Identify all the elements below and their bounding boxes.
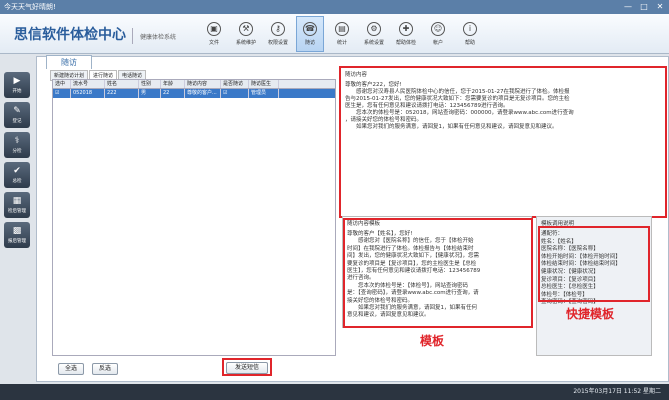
sidebar-item-label: 分检: [12, 149, 22, 154]
row-followed-checkbox[interactable]: ☑: [221, 89, 249, 98]
permission-icon: ⚷: [271, 22, 285, 36]
sidebar-item-subcheck[interactable]: ⚕ 分检: [4, 132, 30, 158]
shortcut-annotation: 快捷模板: [566, 307, 615, 321]
app-logo: 思信软件体检中心: [14, 27, 126, 43]
template-highlight-box: [343, 218, 533, 328]
maintenance-icon: ⚒: [239, 22, 253, 36]
file-icon: ▣: [207, 22, 221, 36]
toolbar-label: 权限设置: [267, 40, 288, 46]
invert-selection-button[interactable]: 反选: [92, 363, 118, 375]
status-datetime: 2015年03月17日 11:52 星期二: [573, 388, 661, 395]
toolbar-label: 系统维护: [235, 40, 256, 46]
table-cell: 男: [139, 89, 161, 98]
start-icon: ▶: [13, 76, 21, 86]
checkup-icon: ✚: [399, 22, 413, 36]
template-annotation: 模板: [420, 334, 445, 348]
toolbar-followup-button[interactable]: ☎ 随访: [296, 16, 324, 52]
select-all-button[interactable]: 全选: [58, 363, 84, 375]
minimize-icon[interactable]: —: [623, 2, 633, 12]
status-bar: 2015年03月17日 11:52 星期二: [0, 384, 669, 400]
shortcut-highlight-box: [538, 226, 650, 302]
table-cell: 052018: [71, 89, 105, 98]
column-header[interactable]: 随访内容: [185, 80, 221, 88]
column-header[interactable]: 流水号: [71, 80, 105, 88]
table-row[interactable]: ☑ 052018 222 男 22 尊敬的客户... ☑ 管理员: [53, 89, 335, 98]
sidebar-item-post-report[interactable]: ▩ 报后管理: [4, 222, 30, 248]
toolbar-label: 帐户: [432, 40, 443, 46]
followup-table: 选中 流水号 姓名 性别 年龄 随访内容 是否随访 随访医生 ☑ 052018 …: [52, 79, 336, 356]
main-toolbar: ▣ 文件 ⚒ 系统维护 ⚷ 权限设置 ☎ 随访 ▤ 统计 ⚙ 系统设置 ✚ 帮助体检 ☺ 帐户 …: [200, 16, 488, 52]
table-cell: 尊敬的客户...: [185, 89, 221, 98]
toolbar-statistics-button[interactable]: ▤ 统计: [328, 16, 356, 52]
help-icon: i: [463, 22, 477, 36]
summary-icon: ✔: [13, 166, 21, 176]
toolbar-label: 系统设置: [363, 40, 384, 46]
column-header[interactable]: 随访医生: [249, 80, 279, 88]
column-header[interactable]: 姓名: [105, 80, 139, 88]
close-icon[interactable]: ✕: [655, 2, 665, 12]
statistics-icon: ▤: [335, 22, 349, 36]
window-title: 今天天气好晴朗!: [4, 3, 56, 11]
table-cell: 222: [105, 89, 139, 98]
toolbar-help-button[interactable]: i 帮助: [456, 16, 484, 52]
toolbar-label: 帮助体检: [395, 40, 416, 46]
app-window: 今天天气好晴朗! — □ ✕ 思信软件体检中心 健康体检系统 ▣ 文件 ⚒ 系统维护…: [0, 0, 669, 400]
sidebar-item-label: 检后管理: [8, 209, 26, 214]
sidebar-item-summary[interactable]: ✔ 总检: [4, 162, 30, 188]
sidebar-item-register[interactable]: ✎ 登记: [4, 102, 30, 128]
subcheck-icon: ⚕: [14, 136, 20, 146]
column-header[interactable]: 性别: [139, 80, 161, 88]
toolbar-label: 文件: [208, 40, 219, 46]
toolbar-maintenance-button[interactable]: ⚒ 系统维护: [232, 16, 260, 52]
title-bar: 今天天气好晴朗! — □ ✕: [0, 0, 669, 14]
toolbar-account-button[interactable]: ☺ 帐户: [424, 16, 452, 52]
app-header: 思信软件体检中心 健康体检系统 ▣ 文件 ⚒ 系统维护 ⚷ 权限设置 ☎ 随访 ▤ 统计 …: [0, 14, 669, 54]
maximize-icon[interactable]: □: [639, 2, 649, 12]
account-icon: ☺: [431, 22, 445, 36]
toolbar-checkup-button[interactable]: ✚ 帮助体检: [392, 16, 420, 52]
sidebar-item-start[interactable]: ▶ 开始: [4, 72, 30, 98]
settings-icon: ⚙: [367, 22, 381, 36]
toolbar-label: 统计: [336, 40, 347, 46]
column-header[interactable]: 选中: [53, 80, 71, 88]
table-cell: 22: [161, 89, 185, 98]
send-highlight-box: [222, 358, 272, 376]
window-controls: — □ ✕: [623, 2, 665, 12]
register-icon: ✎: [13, 106, 21, 116]
sidebar-item-label: 报后管理: [8, 239, 26, 244]
content-highlight-box: [339, 66, 667, 218]
toolbar-file-button[interactable]: ▣ 文件: [200, 16, 228, 52]
post-check-icon: ▦: [12, 196, 22, 206]
logo-divider: [132, 28, 133, 44]
toolbar-settings-button[interactable]: ⚙ 系统设置: [360, 16, 388, 52]
followup-icon: ☎: [303, 22, 317, 36]
left-sidebar: ▶ 开始 ✎ 登记 ⚕ 分检 ✔ 总检 ▦ 检后管理 ▩ 报后管理: [4, 72, 32, 252]
table-cell: 管理员: [249, 89, 279, 98]
table-header: 选中 流水号 姓名 性别 年龄 随访内容 是否随访 随访医生: [53, 80, 335, 89]
tab-followup[interactable]: 随访: [46, 55, 92, 69]
app-subtitle: 健康体检系统: [140, 34, 177, 41]
toolbar-permission-button[interactable]: ⚷ 权限设置: [264, 16, 292, 52]
sidebar-item-label: 登记: [12, 119, 22, 124]
sidebar-item-label: 开始: [12, 89, 22, 94]
column-header[interactable]: 年龄: [161, 80, 185, 88]
sidebar-item-post-check[interactable]: ▦ 检后管理: [4, 192, 30, 218]
toolbar-label: 随访: [304, 40, 315, 46]
column-header[interactable]: 是否随访: [221, 80, 249, 88]
sidebar-item-label: 总检: [12, 179, 22, 184]
post-report-icon: ▩: [12, 226, 22, 236]
toolbar-label: 帮助: [464, 40, 475, 46]
row-checkbox[interactable]: ☑: [53, 89, 71, 98]
